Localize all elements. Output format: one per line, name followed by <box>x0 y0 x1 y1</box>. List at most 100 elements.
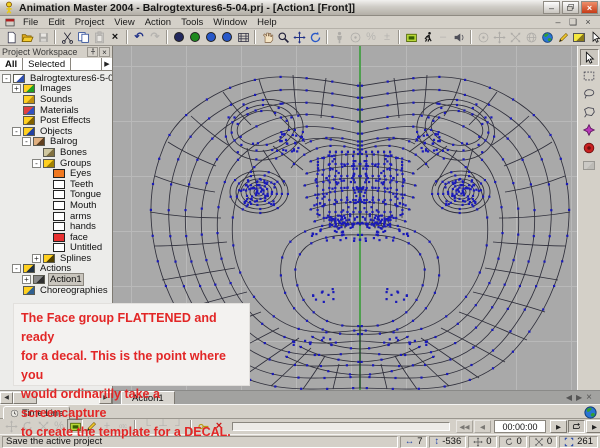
workspace-tab-all[interactable]: All <box>0 58 23 70</box>
fit-icon[interactable] <box>291 30 307 45</box>
time-field[interactable]: 00:00:00 <box>494 420 546 433</box>
open-icon[interactable] <box>19 30 35 45</box>
tree-item-untitled[interactable]: Untitled <box>2 243 112 254</box>
menu-edit[interactable]: Edit <box>43 17 69 28</box>
new-window-icon[interactable] <box>571 30 587 45</box>
tab-close-icon[interactable]: × <box>586 392 592 403</box>
pin-icon[interactable] <box>87 47 98 57</box>
collapse-icon[interactable]: - <box>12 264 21 273</box>
tree-item-action1[interactable]: +Action1 <box>2 274 112 285</box>
actions-icon <box>23 264 35 273</box>
tree-item-balrog[interactable]: -Balrog <box>2 137 112 148</box>
menu-view[interactable]: View <box>109 17 139 28</box>
mdi-close-button[interactable]: × <box>582 17 594 28</box>
workspace-tab-selected[interactable]: Selected <box>23 58 71 70</box>
play-button[interactable]: ▶ <box>550 420 567 433</box>
collapse-icon[interactable]: - <box>2 74 11 83</box>
cursor-y-icon: ↕ <box>434 436 439 447</box>
target-icon <box>347 30 363 45</box>
minimize-button[interactable]: – <box>543 1 560 14</box>
rewind-button[interactable]: ◀◀ <box>456 420 473 433</box>
web-icon[interactable] <box>583 405 598 420</box>
tree-item-choreographies[interactable]: Choreographies <box>2 285 112 296</box>
expand-icon[interactable]: + <box>12 84 21 93</box>
action-icon <box>33 275 45 284</box>
cut-icon[interactable] <box>59 30 75 45</box>
muscle-mode-icon[interactable] <box>203 30 219 45</box>
detach-icon: % <box>363 30 379 45</box>
lasso-select-icon[interactable] <box>580 85 599 102</box>
menu-action[interactable]: Action <box>140 17 176 28</box>
tree-item-balrogtextures6-5-04[interactable]: -Balrogtextures6-5-04 <box>2 73 112 84</box>
tree-item-bones[interactable]: Bones <box>2 147 112 158</box>
tree-item-sounds[interactable]: Sounds <box>2 94 112 105</box>
draw-icon[interactable] <box>555 30 571 45</box>
sound-icon[interactable] <box>451 30 467 45</box>
turn-tool-icon[interactable] <box>580 139 599 156</box>
tree-item-label: Objects <box>38 126 74 137</box>
menu-file[interactable]: File <box>18 17 43 28</box>
bound-group-icon[interactable] <box>403 30 419 45</box>
tree-item-arms[interactable]: arms <box>2 211 112 222</box>
prev-frame-button[interactable]: ◀ <box>474 420 491 433</box>
expand-icon[interactable]: + <box>32 254 41 263</box>
document-system-icon[interactable] <box>4 17 16 28</box>
panel-close-icon[interactable]: × <box>99 47 110 57</box>
tree-item-images[interactable]: +Images <box>2 84 112 95</box>
pan-icon[interactable] <box>259 30 275 45</box>
internet-icon[interactable] <box>539 30 555 45</box>
mdi-minimize-button[interactable]: – <box>552 17 564 28</box>
tree-item-face[interactable]: face <box>2 232 112 243</box>
filmstrip-icon[interactable] <box>235 30 251 45</box>
tree-item-label: Eyes <box>68 168 93 179</box>
choreography-mode-icon[interactable] <box>219 30 235 45</box>
main-toolbar: ×↶↷%±–» <box>0 29 600 46</box>
loop-button[interactable] <box>568 420 585 433</box>
menu-tools[interactable]: Tools <box>176 17 208 28</box>
menu-window[interactable]: Window <box>208 17 252 28</box>
undo-icon[interactable]: ↶ <box>131 30 147 45</box>
tree-item-objects[interactable]: - Objects <box>2 126 112 137</box>
refresh-icon[interactable] <box>307 30 323 45</box>
tree-item-splines[interactable]: +Splines <box>2 253 112 264</box>
tree-item-groups[interactable]: -Groups <box>2 158 112 169</box>
mdi-restore-button[interactable]: ❑ <box>567 17 579 28</box>
menu-help[interactable]: Help <box>252 17 282 28</box>
rect-select-icon[interactable] <box>580 67 599 84</box>
animate-icon[interactable] <box>419 30 435 45</box>
poly-select-icon[interactable] <box>580 103 599 120</box>
scroll-left-icon[interactable]: ◀ <box>0 392 13 404</box>
collapse-icon[interactable]: - <box>32 159 41 168</box>
tree-item-label: face <box>68 232 90 243</box>
copy-icon[interactable] <box>75 30 91 45</box>
save-icon <box>35 30 51 45</box>
zoom-icon[interactable] <box>275 30 291 45</box>
zoom-value-icon <box>564 437 574 447</box>
restore-button[interactable] <box>562 1 579 14</box>
delete-icon[interactable]: × <box>107 30 123 45</box>
tree-item-eyes[interactable]: Eyes <box>2 168 112 179</box>
tree-item-mouth[interactable]: Mouth <box>2 200 112 211</box>
close-button[interactable]: × <box>581 1 598 14</box>
tree-item-label: Choreographies <box>38 285 110 296</box>
menu-project[interactable]: Project <box>70 17 110 28</box>
expand-icon[interactable]: + <box>22 275 31 284</box>
tree-item-materials[interactable]: Materials <box>2 105 112 116</box>
timeline-scrollbar[interactable] <box>232 422 450 431</box>
tree-item-hands[interactable]: hands <box>2 221 112 232</box>
select-tool-icon[interactable] <box>587 30 600 45</box>
collapse-icon[interactable]: - <box>22 137 31 146</box>
tree-item-post-effects[interactable]: Post Effects <box>2 115 112 126</box>
tab-scroll-right-icon[interactable]: ▶ <box>101 58 112 70</box>
next-frame-button[interactable]: ▶ <box>586 420 600 433</box>
tree-item-teeth[interactable]: Teeth <box>2 179 112 190</box>
skeletal-mode-icon[interactable] <box>187 30 203 45</box>
tab-next-icon[interactable]: ▶ <box>576 393 582 402</box>
select-icon[interactable] <box>580 49 599 66</box>
new-icon[interactable] <box>3 30 19 45</box>
collapse-icon[interactable]: - <box>12 127 21 136</box>
tab-prev-icon[interactable]: ◀ <box>566 393 572 402</box>
patch-select-icon[interactable] <box>580 121 599 138</box>
model-mode-icon[interactable] <box>171 30 187 45</box>
tree-item-tongue[interactable]: Tongue <box>2 190 112 201</box>
